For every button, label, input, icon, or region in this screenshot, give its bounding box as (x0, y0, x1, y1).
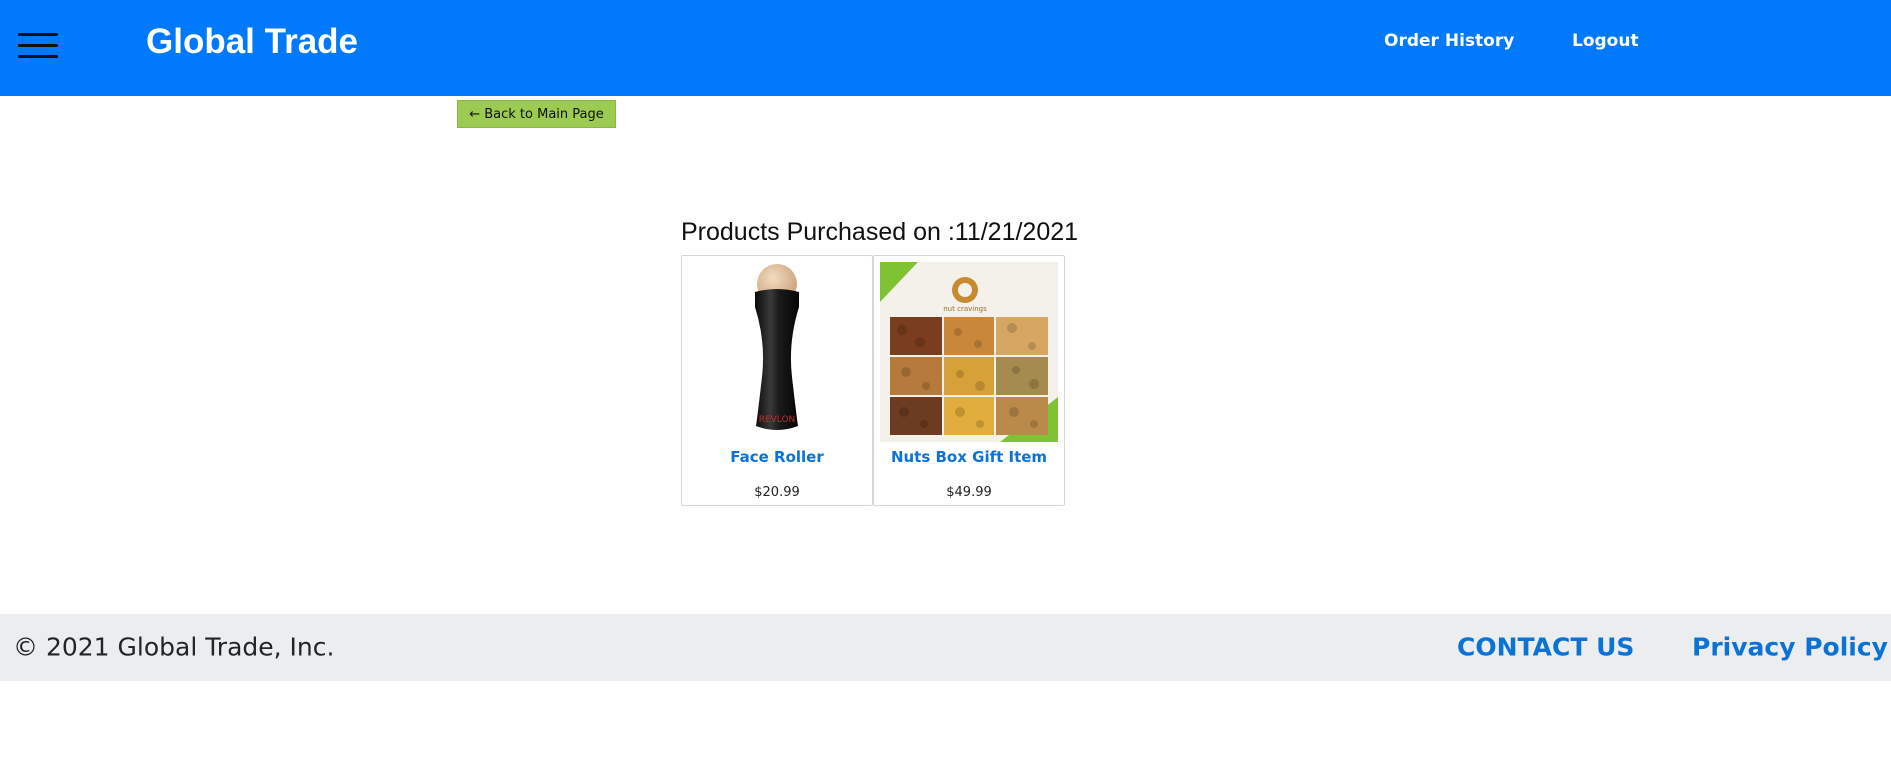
product-card-nuts-box[interactable]: nut cravings Nuts Box Gift Item $49.99 (873, 255, 1065, 506)
contact-us-link[interactable]: CONTACT US (1457, 633, 1634, 662)
face-roller-image: REVLON (755, 264, 799, 430)
hamburger-menu-icon[interactable] (18, 33, 58, 59)
svg-text:REVLON: REVLON (759, 415, 796, 425)
back-to-main-button[interactable]: ← Back to Main Page (457, 100, 616, 128)
product-name[interactable]: Face Roller (682, 448, 872, 466)
svg-text:nut cravings: nut cravings (943, 305, 987, 313)
logout-link[interactable]: Logout (1572, 31, 1639, 51)
top-navbar: Global Trade Order History Logout (0, 0, 1891, 96)
privacy-policy-link[interactable]: Privacy Policy (1692, 633, 1888, 662)
brand-title[interactable]: Global Trade (146, 22, 358, 62)
order-history-link[interactable]: Order History (1384, 31, 1514, 51)
purchase-date-title: Products Purchased on :11/21/2021 (681, 218, 1079, 246)
product-card-face-roller[interactable]: REVLON Face Roller $20.99 (681, 255, 873, 506)
copyright-text: © 2021 Global Trade, Inc. (13, 632, 335, 662)
nuts-gift-box-image: nut cravings (880, 262, 1058, 442)
product-price: $20.99 (754, 485, 800, 500)
product-price: $49.99 (946, 485, 992, 500)
footer: © 2021 Global Trade, Inc. CONTACT US Pri… (0, 614, 1891, 681)
product-name[interactable]: Nuts Box Gift Item (874, 448, 1064, 466)
